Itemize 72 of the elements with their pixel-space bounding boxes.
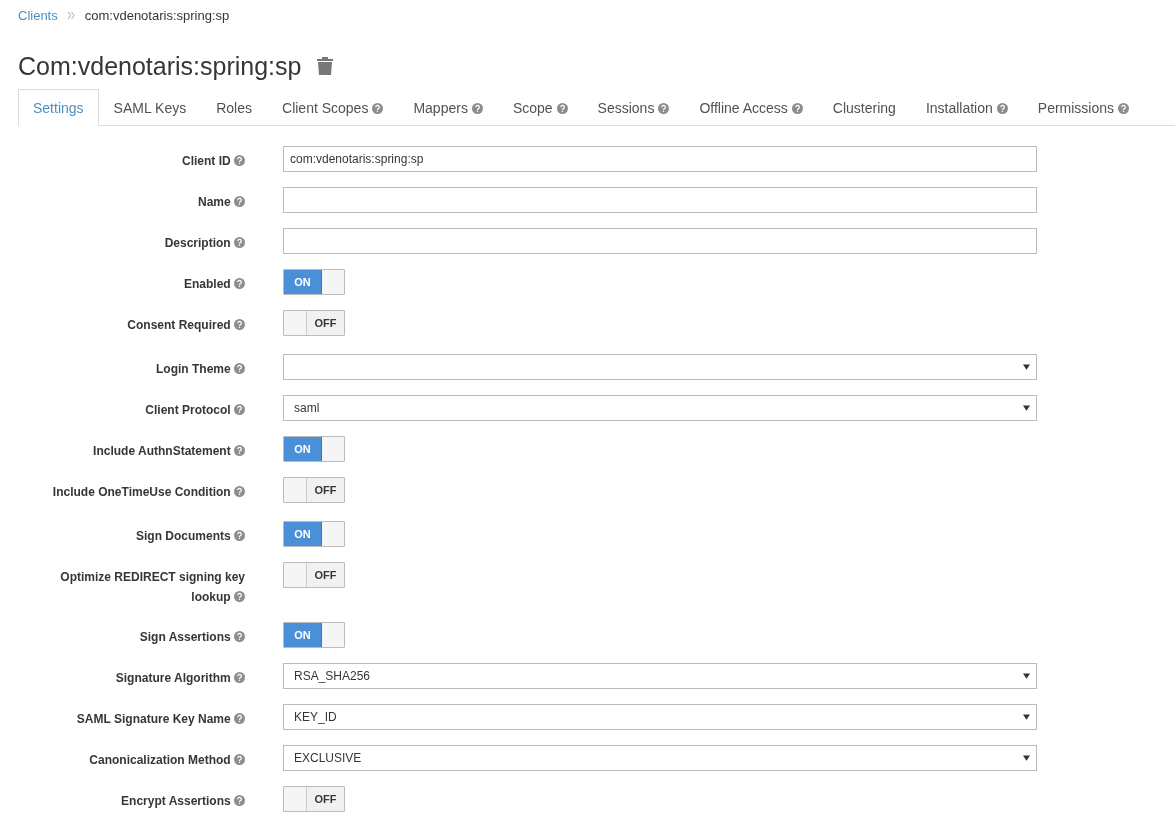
text-field[interactable]: [283, 228, 1037, 254]
field-label: Sign Assertions: [18, 622, 245, 647]
tab[interactable]: Roles: [201, 89, 267, 126]
help-icon[interactable]: [372, 102, 384, 114]
help-icon[interactable]: [1118, 102, 1130, 114]
tab[interactable]: Permissions: [1022, 89, 1145, 126]
text-field[interactable]: [283, 187, 1037, 213]
help-icon[interactable]: [234, 155, 245, 166]
breadcrumb-separator-icon: [67, 11, 75, 19]
tab[interactable]: Settings: [18, 89, 99, 126]
field-label: Consent Required: [18, 310, 245, 335]
help-icon[interactable]: [658, 102, 670, 114]
help-icon[interactable]: [234, 591, 245, 602]
field-label: Optimize REDIRECT signing key lookup: [59, 569, 245, 606]
tab[interactable]: Scope: [497, 89, 583, 126]
field-label: Client ID: [18, 146, 245, 171]
tab[interactable]: Installation: [910, 89, 1023, 126]
tab[interactable]: Client Scopes: [267, 89, 399, 126]
select-dropdown[interactable]: saml: [283, 395, 1037, 421]
caret-icon: [1023, 405, 1030, 411]
help-icon[interactable]: [234, 278, 245, 289]
field-label: Login Theme: [18, 354, 245, 379]
tab[interactable]: Sessions: [582, 89, 685, 126]
help-icon[interactable]: [234, 319, 245, 330]
field-label: Include OneTimeUse Condition: [18, 477, 245, 502]
field-label: Enabled: [18, 269, 245, 294]
field-label: Canonicalization Method: [18, 745, 245, 770]
select-dropdown[interactable]: RSA_SHA256: [283, 663, 1037, 689]
caret-icon: [1023, 755, 1030, 761]
field-label: SAML Signature Key Name: [18, 704, 245, 729]
help-icon[interactable]: [234, 237, 245, 248]
toggle-switch[interactable]: OFF: [283, 310, 345, 336]
help-icon[interactable]: [234, 404, 245, 415]
help-icon[interactable]: [791, 102, 803, 114]
tab[interactable]: SAML Keys: [98, 89, 202, 126]
select-dropdown[interactable]: [283, 354, 1037, 380]
help-icon[interactable]: [556, 102, 568, 114]
field-label: Name: [18, 187, 245, 212]
text-field[interactable]: com:vdenotaris:spring:sp: [283, 146, 1037, 172]
help-icon[interactable]: [234, 713, 245, 724]
toggle-switch[interactable]: OFF: [283, 786, 345, 812]
caret-icon: [1023, 364, 1030, 370]
field-label: Signature Algorithm: [18, 663, 245, 688]
select-dropdown[interactable]: EXCLUSIVE: [283, 745, 1037, 771]
tab[interactable]: Mappers: [398, 89, 498, 126]
caret-icon: [1023, 714, 1030, 720]
trash-icon[interactable]: [317, 57, 334, 75]
help-icon[interactable]: [234, 795, 245, 806]
tab[interactable]: Clustering: [817, 89, 911, 126]
select-dropdown[interactable]: KEY_ID: [283, 704, 1037, 730]
field-label: Include AuthnStatement: [18, 436, 245, 461]
page-title: Com:vdenotaris:spring:sp: [18, 51, 302, 81]
help-icon[interactable]: [996, 102, 1008, 114]
field-label: Description: [18, 228, 245, 253]
help-icon[interactable]: [234, 445, 245, 456]
field-label: Client Protocol: [18, 395, 245, 420]
help-icon[interactable]: [234, 196, 245, 207]
caret-icon: [1023, 673, 1030, 679]
help-icon[interactable]: [234, 631, 245, 642]
help-icon[interactable]: [471, 102, 483, 114]
field-label: Encrypt Assertions: [18, 786, 245, 811]
help-icon[interactable]: [234, 486, 245, 497]
field-label: Sign Documents: [18, 521, 245, 546]
toggle-switch[interactable]: OFF: [283, 477, 345, 503]
breadcrumb-link[interactable]: Clients: [18, 7, 58, 23]
help-icon[interactable]: [234, 672, 245, 683]
tab[interactable]: Offline Access: [684, 89, 818, 126]
toggle-switch[interactable]: OFF: [283, 562, 345, 588]
help-icon[interactable]: [234, 363, 245, 374]
help-icon[interactable]: [234, 530, 245, 541]
help-icon[interactable]: [234, 754, 245, 765]
breadcrumb-current: com:vdenotaris:spring:sp: [84, 7, 230, 23]
